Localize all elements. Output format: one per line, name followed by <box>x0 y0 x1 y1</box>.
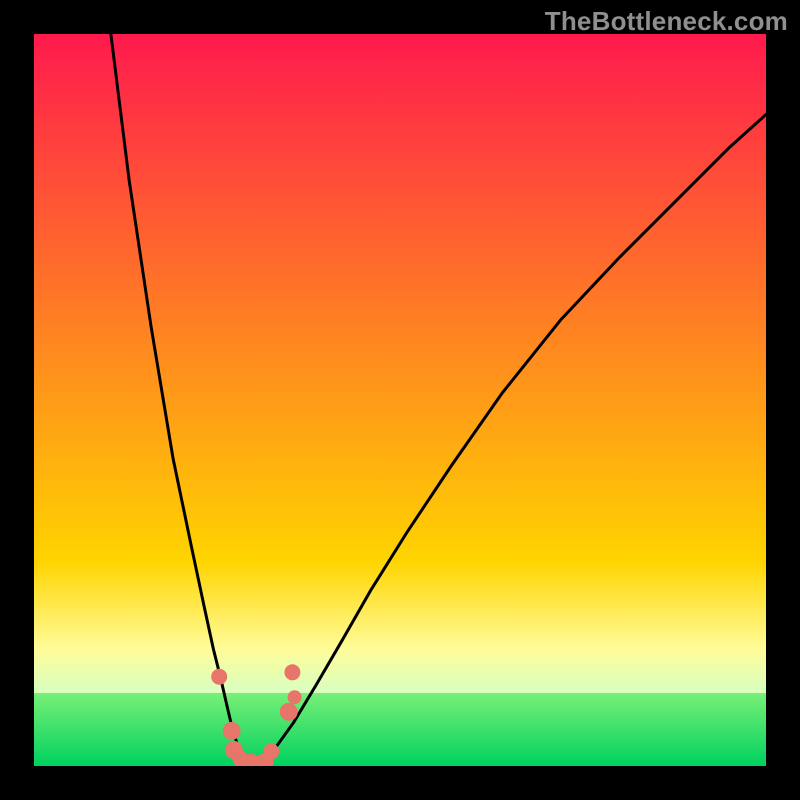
scatter-point-8 <box>288 690 302 704</box>
scatter-point-0 <box>211 669 227 685</box>
scatter-point-7 <box>280 703 298 721</box>
scatter-point-6 <box>263 743 279 759</box>
scatter-point-1 <box>223 722 241 740</box>
gradient-background <box>34 34 766 766</box>
bottleneck-chart <box>34 34 766 766</box>
chart-frame: TheBottleneck.com <box>0 0 800 800</box>
scatter-point-9 <box>284 664 300 680</box>
watermark-text: TheBottleneck.com <box>545 6 788 37</box>
